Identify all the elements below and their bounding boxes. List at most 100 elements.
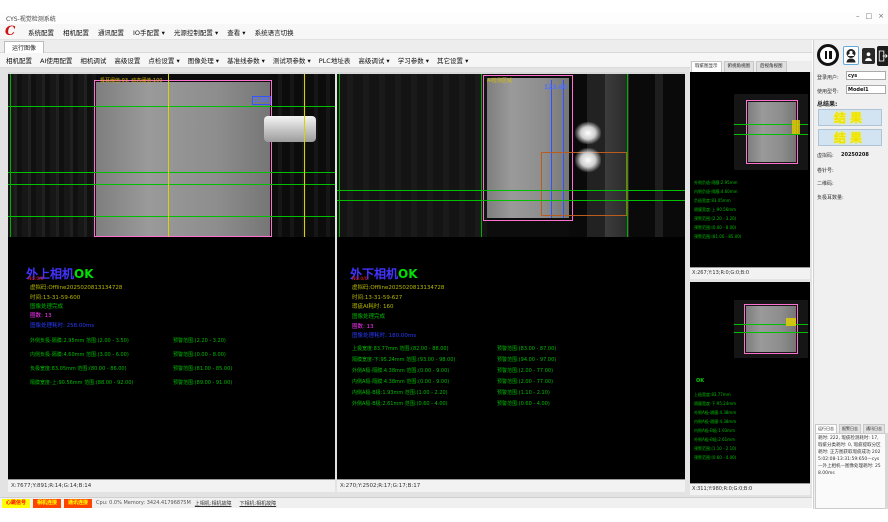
toolbar-item[interactable]: 相机调试 (80, 55, 106, 65)
thumbnail-tabs: 瑕疵图显示俯视角视图后视角视图 (690, 61, 812, 72)
thumbnail-view-bottom[interactable]: OK 上极宽度:83.77mm隔膜宽度-下:95.24mm外侧A极-隔膜:4.3… (690, 282, 810, 495)
baseline-green (734, 332, 808, 333)
measurement-column-1: 上极宽度:83.77mm 范围:(82.00 - 88.00)隔膜宽度-下:95… (352, 344, 455, 410)
menu-item[interactable]: 光源控制配置 ▾ (174, 27, 218, 37)
toolbar-item[interactable]: 测试项参数 ▾ (273, 55, 311, 65)
edge-line-green (10, 74, 11, 237)
thumbnail-text-line: 隔膜宽度-下:95.24mm (694, 399, 736, 408)
time-line: 时间:13-31-59-627 (352, 293, 402, 301)
thumbnail-tab[interactable]: 俯视角视图 (724, 61, 755, 72)
camera-view-outer-lower[interactable]: AI检测区域 123.60 外下相机OK NG:0/0 虚拟码:Offline2… (337, 72, 685, 492)
measurement-line: 负极宽度:83.05mm 范围:(80.00 - 86.00) (30, 362, 133, 376)
measurement-line: 隔膜宽度-上:90.56mm 范围:(88.00 - 92.00) (30, 376, 133, 390)
edge-line-yellow (304, 74, 305, 237)
menu-item[interactable]: 系统配置 (28, 27, 54, 37)
ai-elapsed-line: 瑕疵AI耗时: 160 (352, 302, 393, 310)
turns-line: 圈数: 13 (30, 311, 52, 319)
warning-range-line: 预警范围:(1.10 - 2.10) (497, 388, 556, 399)
menu-item[interactable]: 通讯配置 (98, 27, 124, 37)
roi-box-pink (746, 100, 798, 164)
baseline-green (337, 200, 685, 201)
thumbnail-tab[interactable]: 瑕疵图显示 (691, 61, 722, 72)
tab-run-image[interactable]: 运行图像 (4, 41, 44, 53)
thumbnail-image (734, 300, 808, 358)
toolbar-item[interactable]: 基准线参数 ▾ (227, 55, 265, 65)
highlight-marker-yellow (792, 120, 800, 134)
menu-item[interactable]: 系统语言切换 (255, 27, 294, 37)
maximize-button[interactable]: □ (866, 12, 873, 20)
virtual-code-label: 虚拟码: (817, 152, 834, 159)
camera-fault-link[interactable]: 下相机:相机故障 (239, 500, 276, 507)
menu-item[interactable]: 查看 ▾ (227, 27, 245, 37)
toolbar-item[interactable]: AI使用配置 (40, 55, 72, 65)
thumbnail-text-rows: 外侧负极-隔膜:2.95mm内侧负极-隔膜:4.60mm负极宽度:83.05mm… (694, 178, 741, 241)
thumbnail-text-line: 内侧A极-B极:1.93mm (694, 426, 736, 435)
baseline-green (337, 190, 685, 191)
close-button[interactable]: × (878, 12, 884, 20)
edge-line-green (339, 74, 340, 237)
pause-button[interactable] (817, 44, 839, 66)
thumbnail-ok-label: OK (696, 378, 704, 384)
model-label: 使用型号: (817, 88, 839, 95)
title-bar: CYS-视觉检测系统 – □ × (0, 12, 888, 24)
window-controls: – □ × (856, 12, 884, 20)
toolbar-item[interactable]: PLC地址表 (319, 55, 351, 65)
pixel-coordinates-bar: X:270;Y:2502;R:17;G:17;B:17 (337, 479, 685, 492)
operator-login-button[interactable] (843, 46, 859, 65)
qrcode-label: 二维码: (817, 180, 834, 187)
thumbnail-tab[interactable]: 后视角视图 (756, 61, 787, 72)
login-user-input[interactable] (846, 71, 886, 80)
minimize-button[interactable]: – (856, 12, 860, 20)
elapsed-line: 图像处理耗时: 180.00ms (352, 331, 416, 339)
cpu-memory-text: Cpu: 0.0% Memory: 3424.41796875M (96, 500, 191, 506)
user-icon (845, 49, 857, 63)
virtual-code-line: 虚拟码:Offline2025020813134728 (352, 283, 444, 291)
login-user-label: 登录用户: (817, 74, 839, 81)
baseline-green (734, 134, 808, 135)
ng-count-label: NG:0/0 (352, 277, 368, 282)
status-badge: 心跳信号 (2, 499, 30, 508)
menu-item[interactable]: 相机配置 (63, 27, 89, 37)
toolbar-item[interactable]: 学习参数 ▾ (398, 55, 429, 65)
toolbar-item[interactable]: 图像处理 ▾ (188, 55, 219, 65)
log-tab[interactable]: 通讯日志 (863, 424, 885, 433)
turns-line: 圈数: 13 (352, 322, 374, 330)
pixel-coordinates-bar: X:7677;Y:891;R:14;G:14;B:14 (8, 479, 335, 492)
admin-login-button[interactable] (862, 48, 875, 64)
measurement-line: 外侧A极-隔膜:4.38mm 范围:(0.00 - 9.00) (352, 366, 455, 377)
toolbar-item[interactable]: 相机配置 (6, 55, 32, 65)
measure-value-label: 123.60 (543, 84, 568, 91)
pixel-coordinates-bar: X:267;Y:13;R:0;G:0;B:0 (690, 267, 810, 279)
log-text: 耗时: 222, 瑕疵检测耗时: 17, 瑕疵分类耗时: 0, 瑕疵提取分区耗时… (818, 435, 881, 477)
model-input[interactable] (846, 85, 886, 94)
fault-links: 上相机:相机故障下相机:相机故障 (195, 500, 276, 507)
status-badges: 心跳信号相机连接通讯连接 (2, 499, 92, 508)
bottom-fill (0, 509, 888, 522)
measurement-column-2: 预警范围:(83.00 - 87.00)预警范围:(94.00 - 97.00)… (497, 344, 556, 410)
thumbnail-text-line: 预警范围:(0.60 - 4.00) (694, 453, 736, 462)
ng-count-label: NG:0/0 (28, 277, 44, 282)
toolbar-item[interactable]: 高级设置 (114, 55, 140, 65)
thumbnail-view-top[interactable]: 外侧负极-隔膜:2.95mm内侧负极-隔膜:4.60mm负极宽度:83.05mm… (690, 72, 810, 279)
winding-pin-label: 卷针号: (817, 167, 834, 174)
log-tab[interactable]: 报警日志 (839, 424, 861, 433)
right-sidebar: 登录用户: 使用型号: 总结果: 结果 结果 虚拟码: 20250208 卷针号… (813, 40, 888, 509)
machinery-left (8, 74, 96, 237)
camera-fault-link[interactable]: 上相机:相机故障 (195, 500, 232, 507)
thumbnail-text-line: 内侧负极-隔膜:4.60mm (694, 187, 741, 196)
toolbar-item[interactable]: 点检设置 ▾ (148, 55, 179, 65)
toolbar-item[interactable]: 其它设置 ▾ (437, 55, 468, 65)
warning-range-line: 预警范围:(81.00 - 85.00) (173, 362, 232, 376)
log-panel[interactable]: 耗时: 222, 瑕疵检测耗时: 17, 瑕疵分类耗时: 0, 瑕疵提取分区耗时… (815, 433, 886, 509)
toolbar-item[interactable]: 高级调试 ▾ (358, 55, 389, 65)
user-icon (864, 51, 873, 62)
log-tab[interactable]: 运行日志 (815, 424, 837, 433)
exit-button[interactable] (877, 46, 888, 66)
camera-image-outer-lower: AI检测区域 123.60 (337, 72, 685, 237)
measurement-line: 内侧负极-隔膜:4.60mm 范围:(3.00 - 6.00) (30, 348, 133, 362)
menu-item[interactable]: IO手配置 ▾ (133, 27, 165, 37)
status-bar: 心跳信号相机连接通讯连接 Cpu: 0.0% Memory: 3424.4179… (0, 497, 812, 508)
thumbnail-text-line: 负极宽度:83.05mm (694, 196, 741, 205)
camera-view-outer-upper[interactable]: 极耳阈值:93, 动态阈值:100 2.88 外上相机OK NG:0/0 虚拟码… (8, 72, 335, 492)
pause-icon (825, 51, 828, 59)
